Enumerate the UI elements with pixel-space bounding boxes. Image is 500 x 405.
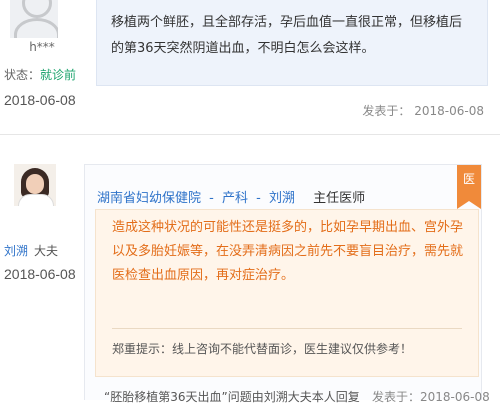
dash-separator: - bbox=[256, 191, 261, 206]
doctor-role: 大夫 bbox=[34, 244, 59, 258]
doctor-name-link[interactable]: 刘溯 bbox=[4, 244, 28, 258]
patient-username: h*** bbox=[29, 40, 55, 54]
hospital-link[interactable]: 湖南省妇幼保健院 bbox=[97, 191, 201, 206]
section-divider bbox=[0, 134, 500, 135]
posted-label: 发表于： bbox=[362, 104, 411, 118]
patient-posted-date: 发表于： 2018-06-08 bbox=[362, 102, 484, 119]
reply-posted-date: 发表于：2018-06-08 bbox=[372, 390, 490, 404]
disclaimer-tip: 郑重提示：线上咨询不能代替面诊，医生建议仅供参考！ bbox=[112, 342, 413, 356]
doctor-reply-card: 医 湖南省妇幼保健院 - 产科 - 刘溯 主任医师 造成这种状况的可能性还是挺多… bbox=[84, 164, 482, 400]
patient-date: 2018-06-08 bbox=[4, 92, 76, 108]
reply-text: 造成这种状况的可能性还是挺多的，比如孕早期出血、宫外孕以及多胎妊娠等，在没弄清病… bbox=[112, 220, 464, 283]
posted-date: 2018-06-08 bbox=[414, 104, 484, 118]
status-label: 状态： bbox=[4, 68, 41, 82]
patient-status: 状态：就诊前 bbox=[4, 66, 76, 83]
patient-question-bubble: 移植两个鲜胚，且全部存活，孕后血值一直很正常，但移植后的第36天突然阴道出血，不… bbox=[96, 0, 488, 86]
doctor-date: 2018-06-08 bbox=[4, 266, 76, 282]
doctor-avatar[interactable] bbox=[14, 164, 56, 206]
reply-divider bbox=[112, 328, 462, 329]
question-reply-link[interactable]: “胚胎移植第36天出血”问题由刘溯大夫本人回复 bbox=[104, 388, 360, 405]
department-link[interactable]: 产科 bbox=[222, 191, 248, 206]
doctor-header: 湖南省妇幼保健院 - 产科 - 刘溯 主任医师 bbox=[97, 187, 365, 206]
patient-question-text: 移植两个鲜胚，且全部存活，孕后血值一直很正常，但移植后的第36天突然阴道出血，不… bbox=[111, 15, 463, 56]
doctor-title: 主任医师 bbox=[313, 191, 366, 206]
doctor-sidebar-name: 刘溯 大夫 bbox=[4, 242, 58, 259]
reply-box: 造成这种状况的可能性还是挺多的，比如孕早期出血、宫外孕以及多胎妊娠等，在没弄清病… bbox=[95, 209, 479, 377]
patient-avatar-icon bbox=[10, 0, 58, 38]
doctor-header-name-link[interactable]: 刘溯 bbox=[269, 191, 295, 206]
status-value: 就诊前 bbox=[40, 68, 77, 82]
doctor-badge: 医 bbox=[457, 165, 481, 209]
dash-separator: - bbox=[209, 191, 214, 206]
